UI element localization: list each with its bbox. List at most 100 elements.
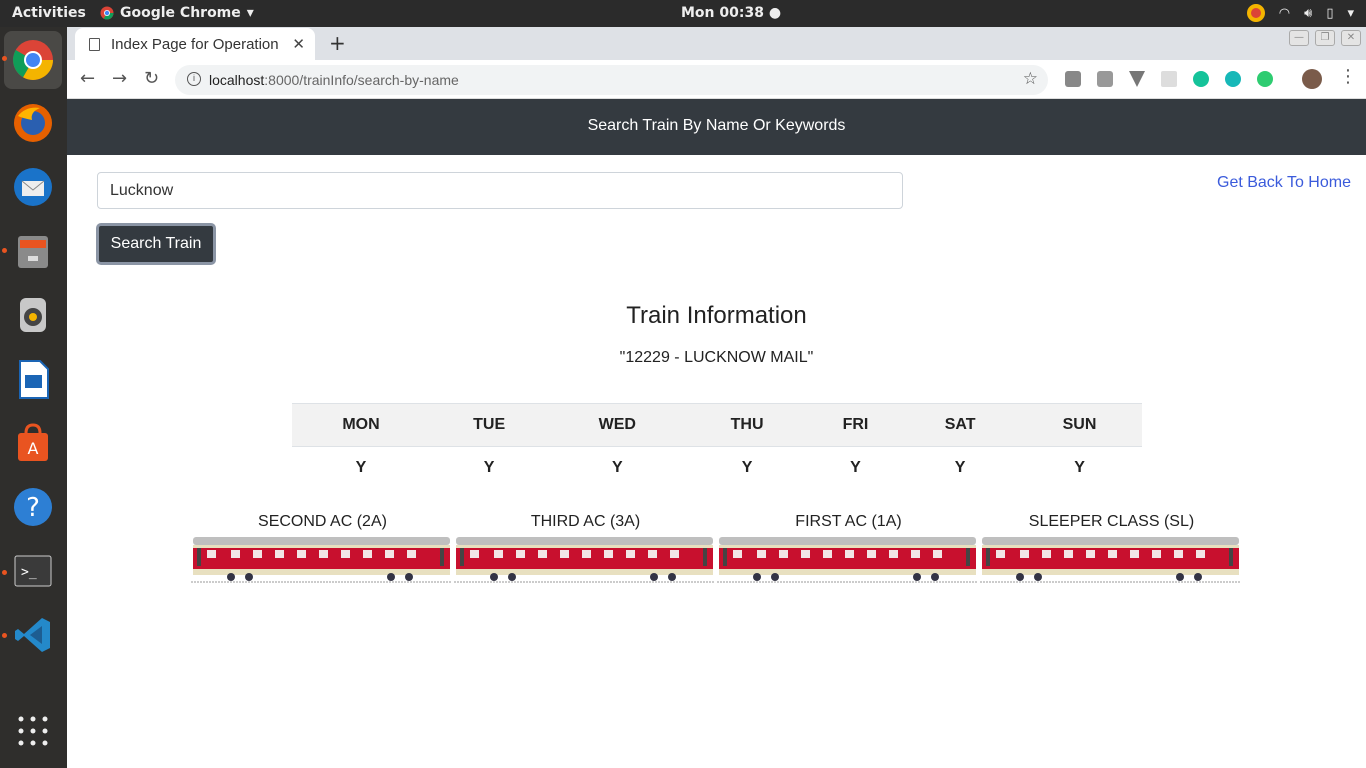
app-menu-label: Google Chrome [120, 5, 241, 21]
svg-text:?: ? [26, 493, 40, 523]
search-input[interactable] [97, 172, 903, 209]
day-header: TUE [429, 403, 549, 447]
svg-text:A: A [28, 439, 39, 458]
dock-vscode[interactable] [10, 612, 56, 658]
shopping-bag-icon: A [18, 423, 48, 461]
address-bar[interactable]: i localhost:8000/trainInfo/search-by-nam… [175, 65, 1048, 95]
cast-extension-icon[interactable] [1097, 71, 1113, 87]
home-link[interactable]: Get Back To Home [1217, 174, 1351, 192]
firefox-icon [14, 104, 52, 142]
browser-window: Index Page for Operation ✕ + — ❐ ✕ ← → ↻… [67, 27, 1366, 768]
dock-writer[interactable] [10, 356, 56, 402]
dock-thunderbird[interactable] [10, 164, 56, 210]
table-header-row: MON TUE WED THU FRI SAT SUN [292, 403, 1142, 447]
chrome-icon [100, 6, 114, 20]
dock-terminal[interactable]: >_ [10, 548, 56, 594]
bookmark-star-icon[interactable]: ☆ [1023, 69, 1038, 89]
chrome-menu-icon[interactable]: ⋮ [1339, 66, 1357, 87]
files-icon [18, 236, 48, 268]
running-indicator [2, 633, 7, 638]
chat-extension-icon[interactable] [1257, 71, 1273, 87]
new-tab-button[interactable]: + [329, 31, 346, 55]
coach-item: SLEEPER CLASS (SL) [980, 513, 1243, 585]
day-cell: Y [611, 458, 623, 476]
app-menu[interactable]: Google Chrome ▾ [100, 5, 254, 21]
dock: A ? >_ [0, 27, 67, 768]
terminal-icon: >_ [14, 555, 52, 587]
grammarly-extension-icon[interactable] [1193, 71, 1209, 87]
running-indicator [2, 56, 7, 61]
vue-extension-icon[interactable] [1129, 71, 1145, 87]
train-name: "12229 - LUCKNOW MAIL" [619, 349, 814, 366]
day-header: MON [292, 403, 430, 447]
help-icon: ? [14, 488, 52, 526]
dock-files[interactable] [10, 228, 56, 274]
back-button[interactable]: ← [80, 68, 95, 89]
search-train-button[interactable]: Search Train [96, 223, 216, 265]
vscode-icon [15, 618, 50, 652]
day-header: FRI [807, 403, 904, 447]
speaker-icon [20, 298, 46, 332]
maximize-button[interactable]: ❐ [1315, 30, 1335, 46]
day-cell: Y [483, 458, 495, 476]
day-cell: Y [1074, 458, 1085, 476]
clock-label: Mon 00:38 [681, 5, 764, 21]
chrome-tray-icon [1246, 4, 1265, 22]
minimize-button[interactable]: — [1289, 30, 1309, 46]
train-coach-image [980, 537, 1241, 583]
running-indicator [2, 570, 7, 575]
day-cell: Y [741, 458, 753, 476]
day-cell: Y [355, 458, 367, 476]
page-header: Search Train By Name Or Keywords [67, 99, 1366, 155]
close-tab-icon[interactable]: ✕ [292, 35, 305, 53]
dock-firefox[interactable] [10, 100, 56, 146]
train-coach-image [191, 537, 452, 583]
day-cell: Y [850, 458, 861, 476]
chrome-icon [13, 40, 53, 80]
profile-avatar[interactable] [1302, 69, 1322, 89]
close-window-button[interactable]: ✕ [1341, 30, 1361, 46]
dock-help[interactable]: ? [10, 484, 56, 530]
page-content: Search Train By Name Or Keywords Get Bac… [67, 99, 1366, 768]
coach-label: THIRD AC (3A) [530, 513, 641, 530]
running-days-table: MON TUE WED THU FRI SAT SUN Y Y Y Y Y Y [292, 403, 1142, 489]
dock-software[interactable]: A [10, 420, 56, 466]
train-coach-image [717, 537, 978, 583]
forward-button[interactable]: → [112, 68, 127, 89]
coach-label: SLEEPER CLASS (SL) [1028, 513, 1195, 530]
day-header: THU [686, 403, 808, 447]
tab-title: Index Page for Operation [111, 36, 279, 53]
table-row: Y Y Y Y Y Y Y [292, 447, 1142, 489]
clock[interactable]: Mon 00:38 ● [681, 5, 781, 21]
system-tray[interactable]: ◠ 🔊︎ ▯ ▾ [1246, 4, 1354, 22]
document-icon [19, 360, 49, 399]
svg-text:>_: >_ [21, 565, 37, 580]
url-host: localhost [209, 72, 265, 88]
tab-strip: Index Page for Operation ✕ + — ❐ ✕ [67, 27, 1366, 60]
dock-rhythmbox[interactable] [10, 292, 56, 338]
coach-list: SECOND AC (2A) THIRD AC (3A) FIRST AC (1… [191, 513, 1243, 585]
site-info-icon[interactable]: i [187, 72, 201, 86]
wifi-icon: ◠ [1278, 5, 1291, 21]
show-applications-button[interactable] [10, 708, 56, 754]
m-extension-icon[interactable] [1225, 71, 1241, 87]
train-info-title: Train Information [626, 302, 807, 329]
system-menu-chevron-icon: ▾ [1347, 5, 1354, 21]
reload-button[interactable]: ↻ [144, 68, 159, 89]
train-coach-image [454, 537, 715, 583]
chevron-down-icon: ▾ [246, 5, 254, 21]
tab-active[interactable]: Index Page for Operation ✕ [75, 28, 315, 60]
day-header: SUN [1017, 403, 1142, 447]
browser-toolbar: ← → ↻ i localhost:8000/trainInfo/search-… [67, 60, 1366, 99]
battery-icon: ▯ [1326, 5, 1334, 21]
dock-chrome[interactable] [4, 31, 62, 89]
coach-item: SECOND AC (2A) [191, 513, 454, 585]
camera-extension-icon[interactable] [1065, 71, 1081, 87]
activities-button[interactable]: Activities [12, 5, 86, 21]
url-path: :8000/trainInfo/search-by-name [264, 72, 459, 88]
coach-label: FIRST AC (1A) [795, 513, 902, 530]
grid-extension-icon[interactable] [1161, 71, 1177, 87]
coach-item: THIRD AC (3A) [454, 513, 717, 585]
coach-item: FIRST AC (1A) [717, 513, 980, 585]
day-cell: Y [954, 458, 966, 476]
